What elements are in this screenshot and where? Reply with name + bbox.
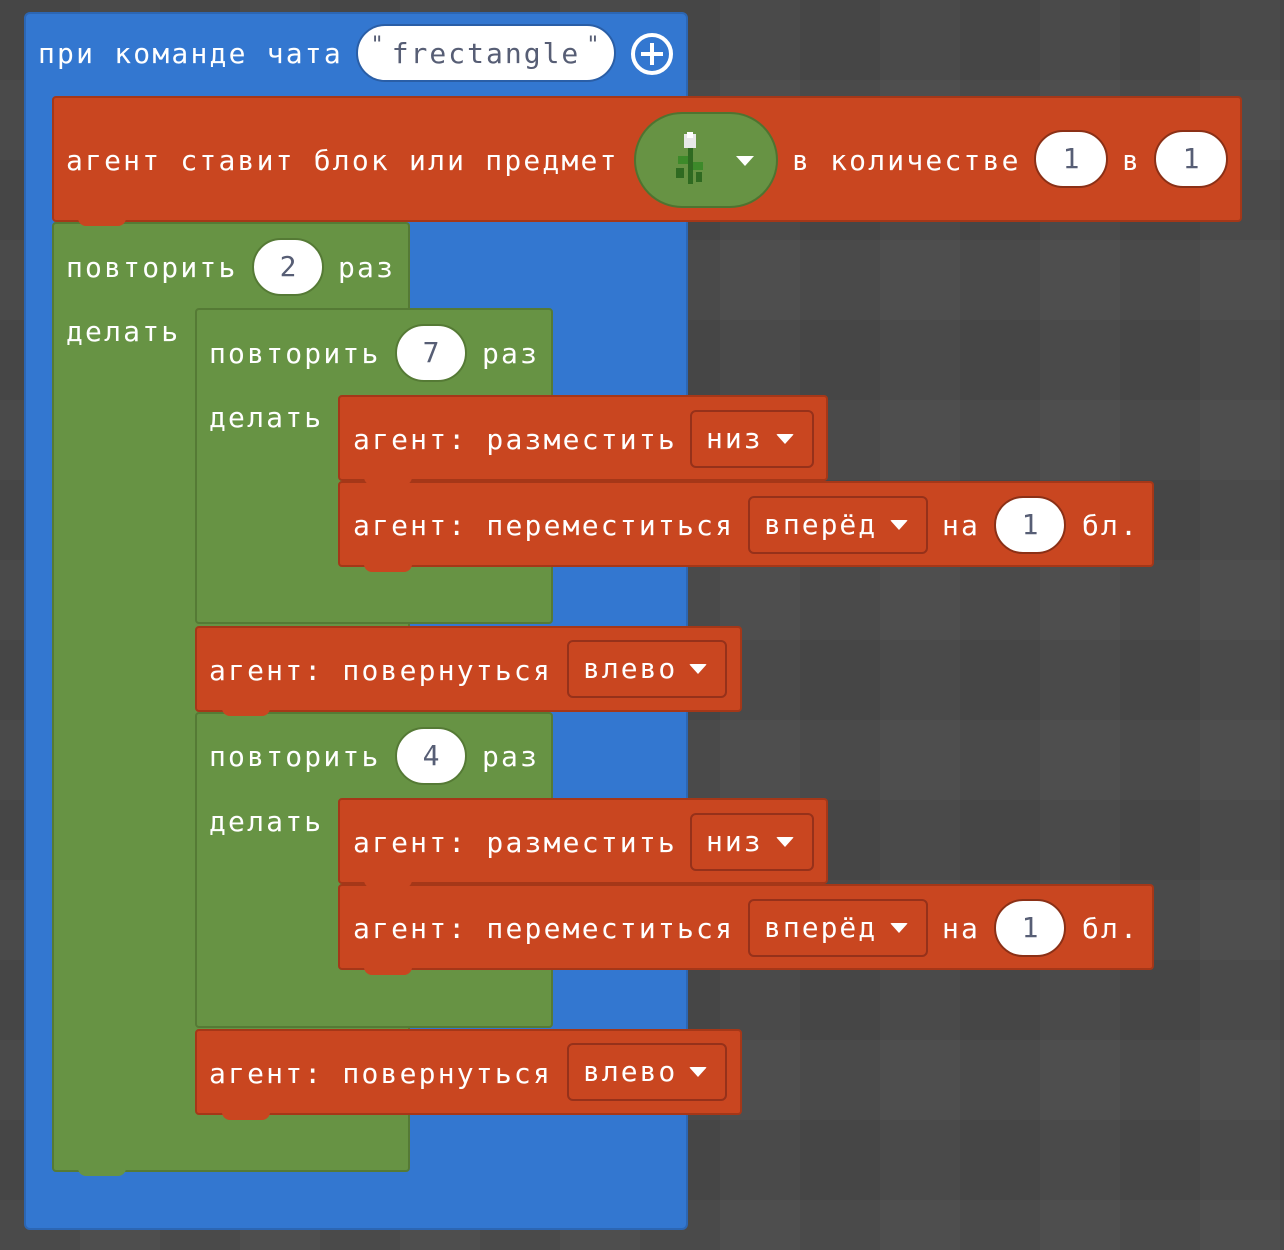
block-notch (364, 965, 412, 975)
agent-move-label: агент: переместиться (353, 912, 735, 945)
chevron-down-icon (689, 664, 707, 674)
chevron-down-icon (689, 1067, 707, 1077)
place-direction-value: низ (706, 825, 763, 858)
count-input[interactable]: 1 (1034, 130, 1108, 188)
chevron-down-icon (776, 837, 794, 847)
block-notch (222, 1110, 270, 1120)
command-string-field[interactable]: " frectangle " (356, 24, 616, 82)
repeat-7-times-input[interactable]: 7 (395, 324, 467, 382)
outer-repeat-suffix: раз (338, 251, 396, 284)
move-on-label: на (942, 912, 981, 945)
agent-place-label: агент: разместить (353, 423, 677, 456)
item-picker[interactable] (634, 112, 778, 208)
repeat-4-suffix: раз (482, 740, 540, 773)
move-direction-value: вперёд (764, 508, 878, 541)
agent-turn-label: агент: повернуться (209, 654, 553, 687)
block-notch (78, 216, 126, 226)
outer-repeat-label: повторить (66, 251, 238, 284)
chevron-down-icon (776, 434, 794, 444)
repeat-7-suffix: раз (482, 337, 540, 370)
repeat-7-label: повторить (209, 337, 381, 370)
block-notch (364, 475, 412, 485)
slot-label: в (1122, 144, 1142, 177)
command-text: frectangle (391, 36, 581, 70)
move-direction-dropdown[interactable]: вперёд (748, 496, 928, 554)
agent-place-label: агент: разместить (353, 826, 677, 859)
block-notch (364, 562, 412, 572)
place-direction-dropdown[interactable]: низ (690, 410, 814, 468)
place-direction-dropdown[interactable]: низ (690, 813, 814, 871)
event-label: при команде чата (38, 37, 343, 70)
chevron-down-icon (890, 923, 908, 933)
turn-direction-value: влево (583, 1055, 678, 1088)
move-distance-input[interactable]: 1 (994, 899, 1066, 957)
outer-repeat-times-input[interactable]: 2 (252, 238, 324, 296)
repeat-4-times-input[interactable]: 4 (395, 727, 467, 785)
repeat-7-do-label: делать (209, 401, 324, 434)
chevron-down-icon (890, 520, 908, 530)
move-unit-label: бл. (1082, 509, 1140, 542)
chevron-down-icon (736, 156, 754, 166)
repeat-4-do-label: делать (209, 805, 324, 838)
turn-direction-dropdown[interactable]: влево (567, 640, 727, 698)
flower-icon (670, 132, 710, 190)
block-notch (78, 1166, 126, 1176)
move-direction-value: вперёд (764, 911, 878, 944)
turn-direction-dropdown[interactable]: влево (567, 1043, 727, 1101)
move-on-label: на (942, 509, 981, 542)
outer-do-label: делать (66, 315, 181, 348)
move-direction-dropdown[interactable]: вперёд (748, 899, 928, 957)
turn-direction-value: влево (583, 652, 678, 685)
move-unit-label: бл. (1082, 912, 1140, 945)
slot-input[interactable]: 1 (1154, 130, 1228, 188)
place-direction-value: низ (706, 422, 763, 455)
move-distance-input[interactable]: 1 (994, 496, 1066, 554)
agent-move-label: агент: переместиться (353, 509, 735, 542)
block-notch (222, 706, 270, 716)
repeat-4-label: повторить (209, 740, 381, 773)
count-label: в количестве (792, 144, 1021, 177)
block-notch (364, 878, 412, 888)
plus-circle-icon[interactable] (630, 32, 674, 76)
agent-turn-label: агент: повернуться (209, 1057, 553, 1090)
place-item-label: агент ставит блок или предмет (66, 144, 619, 177)
